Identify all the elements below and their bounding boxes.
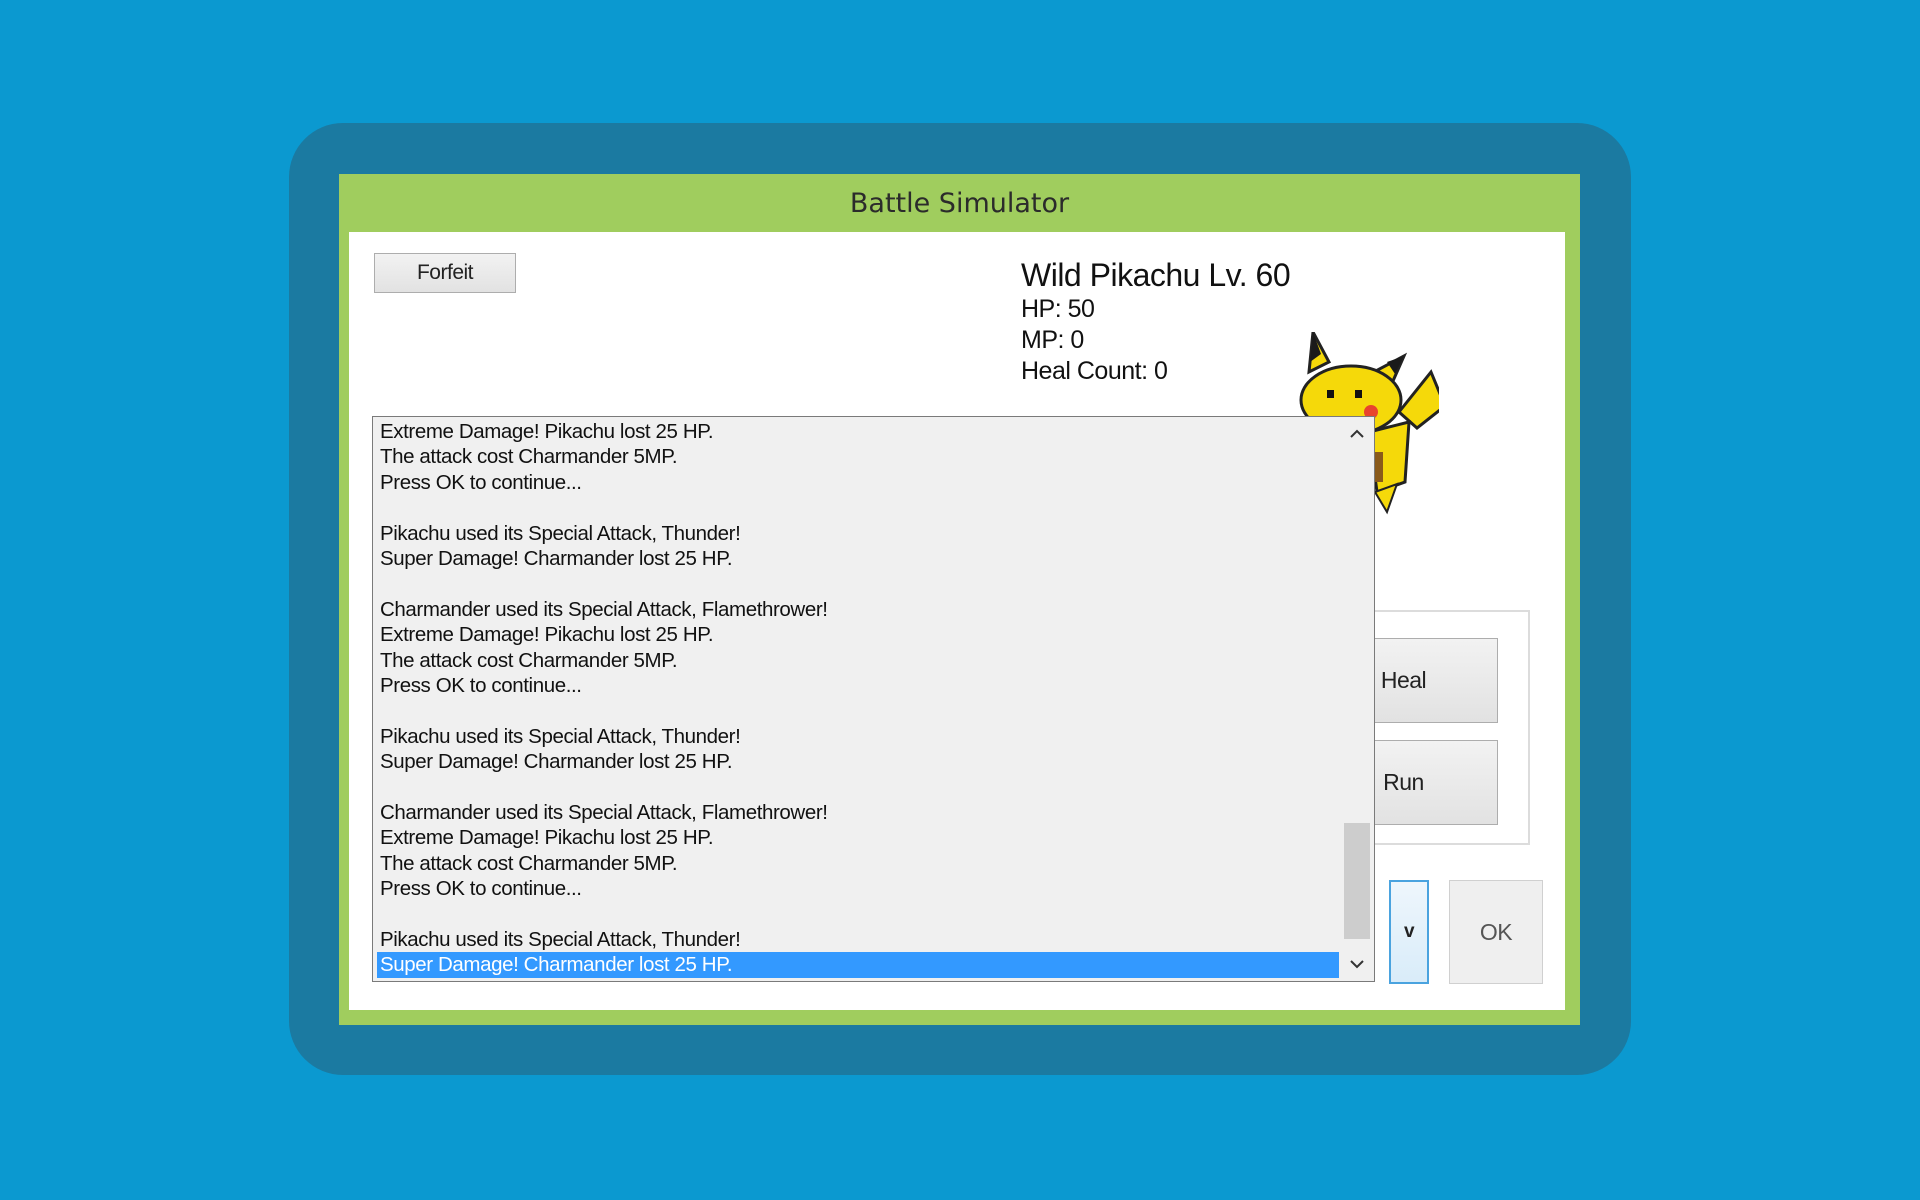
battle-log-line[interactable]: Charmander used its Special Attack, Flam… xyxy=(377,597,1339,622)
chevron-up-icon[interactable] xyxy=(1340,417,1374,451)
toggle-move-list-button[interactable]: v xyxy=(1389,880,1429,984)
battle-log-line[interactable]: Pikachu used its Special Attack, Thunder… xyxy=(377,724,1339,749)
forfeit-button[interactable]: Forfeit xyxy=(374,253,516,293)
battle-log-listbox[interactable]: Extreme Damage! Pikachu lost 25 HP. The a… xyxy=(372,416,1375,982)
battle-log-line[interactable]: The attack cost Charmander 5MP. xyxy=(377,851,1339,876)
enemy-name: Wild Pikachu Lv. 60 xyxy=(1021,257,1291,293)
battle-log-line[interactable]: Charmander used its Special Attack, Flam… xyxy=(377,800,1339,825)
battle-log-lines: Extreme Damage! Pikachu lost 25 HP. The a… xyxy=(377,419,1339,978)
battle-simulator-window: Battle Simulator Forfeit Wild Pikachu Lv… xyxy=(339,174,1580,1025)
enemy-info-panel: Wild Pikachu Lv. 60 HP: 50 MP: 0 Heal Co… xyxy=(1021,256,1291,387)
battle-log-scrollbar[interactable] xyxy=(1340,417,1374,981)
battle-log-line[interactable] xyxy=(377,774,1339,799)
battle-log-line[interactable]: Extreme Damage! Pikachu lost 25 HP. xyxy=(377,622,1339,647)
scrollbar-thumb[interactable] xyxy=(1344,823,1370,939)
battle-log-line[interactable]: Press OK to continue... xyxy=(377,876,1339,901)
enemy-mp: MP: 0 xyxy=(1021,326,1084,354)
battle-log-line[interactable] xyxy=(377,571,1339,596)
battle-log-line[interactable]: Press OK to continue... xyxy=(377,673,1339,698)
enemy-heal-count: Heal Count: 0 xyxy=(1021,357,1168,385)
battle-log-line[interactable]: Pikachu used its Special Attack, Thunder… xyxy=(377,927,1339,952)
battle-log-line[interactable]: Extreme Damage! Pikachu lost 25 HP. xyxy=(377,419,1339,444)
battle-log-line[interactable]: Extreme Damage! Pikachu lost 25 HP. xyxy=(377,825,1339,850)
battle-log-line[interactable]: Super Damage! Charmander lost 25 HP. xyxy=(377,546,1339,571)
battle-log-line[interactable]: The attack cost Charmander 5MP. xyxy=(377,444,1339,469)
battle-log-line[interactable]: Press OK to continue... xyxy=(377,470,1339,495)
battle-log-line[interactable] xyxy=(377,495,1339,520)
battle-log-line[interactable]: Super Damage! Charmander lost 25 HP. xyxy=(377,749,1339,774)
chevron-down-icon[interactable] xyxy=(1340,947,1374,981)
battle-log-line[interactable]: Pikachu used its Special Attack, Thunder… xyxy=(377,521,1339,546)
battle-log-line[interactable]: The attack cost Charmander 5MP. xyxy=(377,648,1339,673)
enemy-hp: HP: 50 xyxy=(1021,295,1095,323)
battle-log-line[interactable] xyxy=(377,698,1339,723)
battle-log-line[interactable]: Super Damage! Charmander lost 25 HP. xyxy=(377,952,1339,978)
ok-button[interactable]: OK xyxy=(1449,880,1543,984)
battle-log-line[interactable] xyxy=(377,901,1339,926)
window-title: Battle Simulator xyxy=(849,187,1070,219)
window-client-area: Forfeit Wild Pikachu Lv. 60 HP: 50 MP: 0… xyxy=(349,232,1565,1010)
